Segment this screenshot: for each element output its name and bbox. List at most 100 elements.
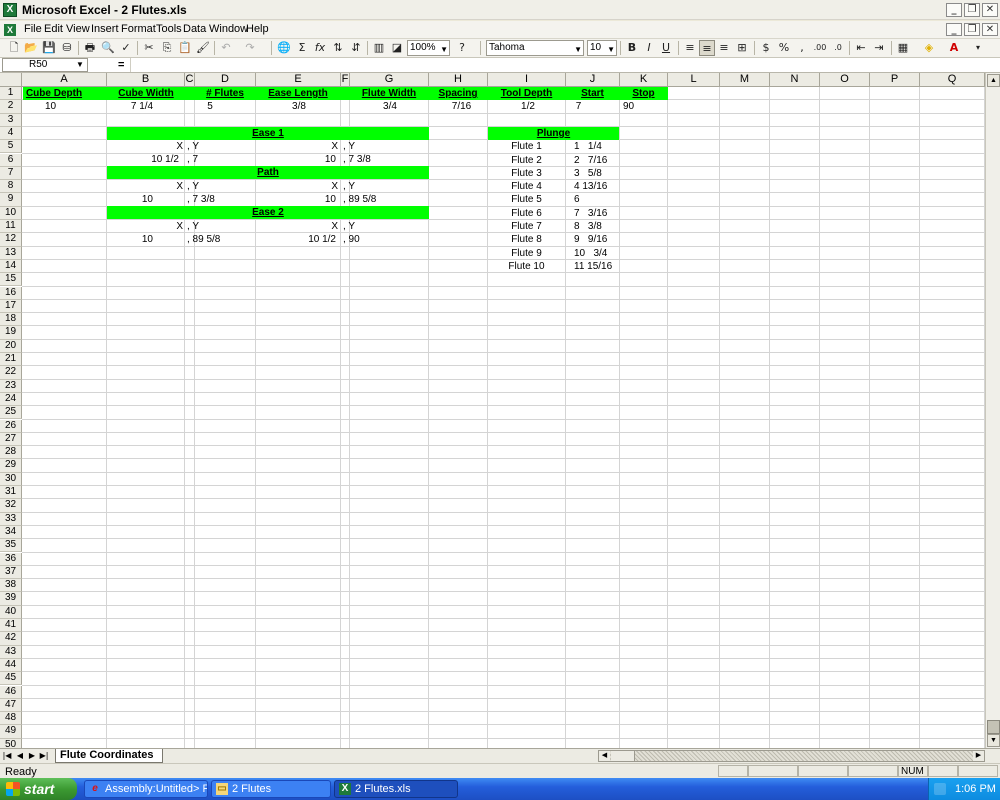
row-header-22[interactable]: 22 <box>0 366 22 380</box>
ease2-y2-value[interactable]: , 90 <box>343 233 423 246</box>
header-ease-length[interactable]: Ease Length <box>256 87 340 100</box>
row-header-10[interactable]: 10 <box>0 206 22 220</box>
hyperlink-icon[interactable]: 🌐 <box>276 40 292 56</box>
excel-app-icon[interactable]: X <box>3 3 17 17</box>
formula-input[interactable] <box>130 58 1000 72</box>
restore-icon[interactable]: ❐ <box>964 3 980 17</box>
row-header-14[interactable]: 14 <box>0 259 22 274</box>
row-header-23[interactable]: 23 <box>0 379 22 393</box>
task-2-flutes-folder[interactable]: ▭ 2 Flutes <box>211 780 331 798</box>
row-header-15[interactable]: 15 <box>0 273 22 287</box>
ease2-x2-value[interactable]: 10 1/2 <box>256 233 338 246</box>
row-header-35[interactable]: 35 <box>0 539 22 553</box>
plunge-flute-label[interactable]: Flute 1 <box>488 140 565 153</box>
column-header-k[interactable]: K <box>620 73 668 87</box>
ease2-y-label[interactable]: , Y <box>187 220 247 233</box>
row-header-38[interactable]: 38 <box>0 579 22 593</box>
plunge-start-value[interactable]: 1 1/4 <box>574 140 620 153</box>
cut-icon[interactable]: ✂ <box>141 40 157 56</box>
scroll-down-icon[interactable]: ▼ <box>987 734 1000 747</box>
permission-icon[interactable]: ⛁ <box>59 40 75 56</box>
row-header-39[interactable]: 39 <box>0 592 22 606</box>
row-header-27[interactable]: 27 <box>0 432 22 447</box>
row-header-41[interactable]: 41 <box>0 619 22 633</box>
plunge-start-value[interactable]: 4 13/16 <box>574 180 620 193</box>
first-sheet-icon[interactable]: |◀ <box>2 750 12 762</box>
column-header-i[interactable]: I <box>488 73 566 87</box>
increase-decimal-icon[interactable]: .00 <box>812 40 828 56</box>
header-tool-depth[interactable]: Tool Depth <box>488 87 565 100</box>
ease1-y2-value[interactable]: , 7 3/8 <box>343 153 423 166</box>
start-button[interactable]: start <box>0 778 77 800</box>
font-size-select[interactable]: 10 ▼ <box>587 40 617 56</box>
menu-insert[interactable]: Insert <box>91 23 119 35</box>
row-header-20[interactable]: 20 <box>0 339 22 353</box>
row-header-19[interactable]: 19 <box>0 326 22 340</box>
column-header-q[interactable]: Q <box>920 73 985 87</box>
row-header-1[interactable]: 1 <box>0 87 22 101</box>
increase-indent-icon[interactable]: ⇥ <box>871 40 887 56</box>
close-icon[interactable]: ✕ <box>982 3 998 17</box>
spelling-icon[interactable]: ✓ <box>118 40 134 56</box>
comma-style-icon[interactable]: , <box>794 40 810 56</box>
row-header-7[interactable]: 7 <box>0 166 22 181</box>
font-name-select[interactable]: Tahoma ▼ <box>486 40 584 56</box>
value-num-flutes[interactable]: 5 <box>195 100 225 113</box>
currency-icon[interactable]: $ <box>758 40 774 56</box>
sort-descending-icon[interactable]: ⇵ <box>348 40 364 56</box>
prev-sheet-icon[interactable]: ◀ <box>15 750 25 762</box>
ease1-x-value[interactable]: 10 1/2 <box>107 153 181 166</box>
path-y-value[interactable]: , 7 3/8 <box>187 193 247 206</box>
header-stop[interactable]: Stop <box>620 87 667 100</box>
format-painter-icon[interactable]: 🖌 <box>195 40 211 56</box>
align-left-icon[interactable]: ≡ <box>682 40 698 56</box>
row-header-46[interactable]: 46 <box>0 685 22 699</box>
chart-wizard-icon[interactable]: ▥ <box>371 40 387 56</box>
menu-window[interactable]: Window <box>209 23 248 35</box>
align-center-icon[interactable]: ≡ <box>699 40 715 56</box>
plunge-start-value[interactable]: 9 9/16 <box>574 233 620 246</box>
row-header-9[interactable]: 9 <box>0 193 22 207</box>
plunge-start-value[interactable]: 6 <box>574 193 620 206</box>
ease1-x-label[interactable]: X <box>107 140 185 153</box>
row-header-13[interactable]: 13 <box>0 246 22 260</box>
plunge-flute-label[interactable]: Flute 3 <box>488 167 565 180</box>
ease2-title[interactable]: Ease 2 <box>107 206 429 219</box>
chevron-down-icon[interactable]: ▼ <box>76 60 84 69</box>
row-header-17[interactable]: 17 <box>0 299 22 314</box>
value-stop[interactable]: 90 <box>623 100 653 113</box>
ease2-x2-label[interactable]: X <box>256 220 340 233</box>
plunge-flute-label[interactable]: Flute 2 <box>488 154 565 167</box>
fill-color-icon[interactable]: ◈ <box>921 40 937 56</box>
merge-center-icon[interactable]: ⊞ <box>734 40 750 56</box>
save-icon[interactable]: 💾 <box>41 40 57 56</box>
plunge-title[interactable]: Plunge <box>488 127 619 140</box>
row-header-40[interactable]: 40 <box>0 605 22 619</box>
row-header-18[interactable]: 18 <box>0 313 22 327</box>
value-cube-depth[interactable]: 10 <box>23 100 78 113</box>
row-header-45[interactable]: 45 <box>0 672 22 686</box>
clock[interactable]: 1:06 PM <box>955 778 996 800</box>
value-ease-length[interactable]: 3/8 <box>256 100 342 113</box>
help-icon[interactable]: ? <box>454 40 470 56</box>
row-header-28[interactable]: 28 <box>0 446 22 460</box>
plunge-start-value[interactable]: 10 3/4 <box>574 247 620 260</box>
row-header-16[interactable]: 16 <box>0 286 22 300</box>
path-title[interactable]: Path <box>107 166 429 179</box>
plunge-start-value[interactable]: 8 3/8 <box>574 220 620 233</box>
plunge-flute-label[interactable]: Flute 4 <box>488 180 565 193</box>
scroll-right-icon[interactable]: ▶ <box>973 751 984 761</box>
column-header-l[interactable]: L <box>668 73 720 87</box>
row-header-24[interactable]: 24 <box>0 392 22 407</box>
decrease-indent-icon[interactable]: ⇤ <box>853 40 869 56</box>
plunge-flute-label[interactable]: Flute 7 <box>488 220 565 233</box>
row-header-49[interactable]: 49 <box>0 725 22 739</box>
row-header-32[interactable]: 32 <box>0 499 22 513</box>
print-preview-icon[interactable]: 🔍 <box>100 40 116 56</box>
autosum-icon[interactable]: Σ <box>294 40 310 56</box>
plunge-start-value[interactable]: 11 15/16 <box>574 260 620 273</box>
print-icon[interactable]: 🖶 <box>82 40 98 56</box>
row-header-21[interactable]: 21 <box>0 353 22 367</box>
menu-help[interactable]: Help <box>246 23 269 35</box>
header-start[interactable]: Start <box>566 87 619 100</box>
